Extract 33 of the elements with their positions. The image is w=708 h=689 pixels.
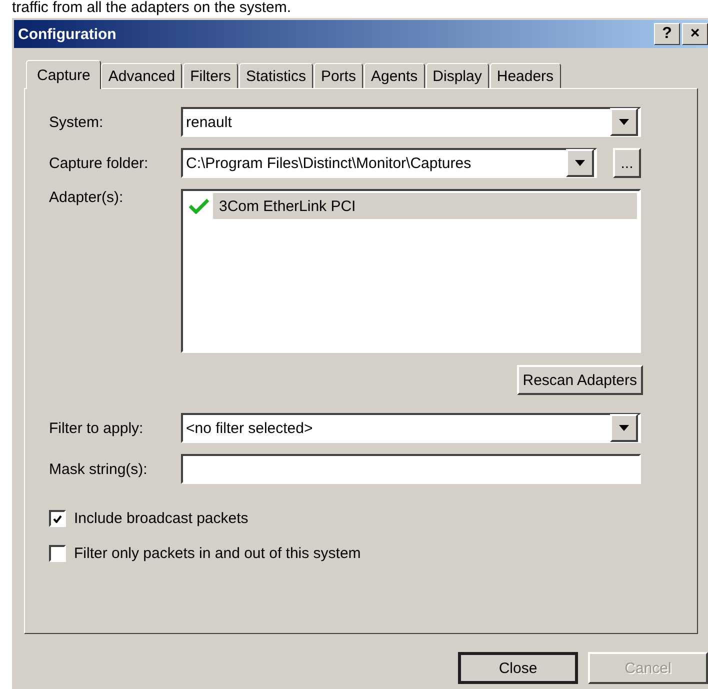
dropdown-arrow-icon	[619, 119, 629, 125]
field-label: Mask string(s):	[49, 460, 148, 478]
checkbox[interactable]	[49, 545, 66, 562]
dialog-button[interactable]: Close	[458, 652, 578, 684]
dropdown-arrow-icon	[575, 160, 585, 166]
browse-button[interactable]: ...	[613, 148, 641, 178]
field-label: System:	[49, 114, 104, 130]
checkbox-label: Include broadcast packets	[74, 510, 248, 527]
filter-combo-box[interactable]: <no filter selected>	[181, 413, 641, 443]
close-button[interactable]: ×	[682, 23, 708, 45]
checkbox[interactable]	[49, 510, 66, 527]
tab[interactable]: Statistics	[238, 63, 313, 88]
tab[interactable]: Ports	[314, 63, 363, 88]
checkbox-label: Filter only packets in and out of this system	[74, 545, 361, 562]
tab[interactable]: Headers	[490, 63, 561, 88]
folder-combo-box[interactable]: C:\Program Files\Distinct\Monitor\Captures	[181, 148, 597, 178]
window-title: Configuration	[18, 26, 116, 42]
tab[interactable]: Display	[426, 63, 489, 88]
tab[interactable]: Filters	[183, 63, 238, 88]
tab[interactable]: Capture	[26, 60, 102, 89]
caption-text: traffic from all the adapters on the system.	[11, 0, 292, 16]
field-label: Capture folder:	[49, 154, 150, 172]
help-button[interactable]: ?	[654, 23, 680, 45]
mask-input-field[interactable]	[181, 454, 641, 484]
adapter-item[interactable]: 3Com EtherLink PCI	[213, 193, 637, 219]
field-label: Filter to apply:	[49, 420, 144, 436]
field-label: Adapter(s):	[49, 189, 124, 206]
tab[interactable]: Advanced	[101, 63, 182, 88]
dropdown-arrow-icon	[619, 425, 629, 431]
check-icon	[53, 514, 62, 522]
rescan-button[interactable]: Rescan Adapters	[516, 365, 643, 395]
system-combo-box[interactable]: renault	[181, 107, 641, 137]
tab[interactable]: Agents	[364, 63, 425, 88]
